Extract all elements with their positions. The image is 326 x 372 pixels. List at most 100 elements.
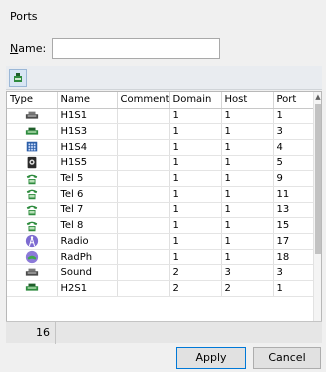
table-row[interactable]: RadPh 1 1 18 [7, 249, 316, 266]
cancel-button[interactable]: Cancel [253, 347, 321, 369]
table-row[interactable]: Tel 8 1 1 15 [7, 217, 316, 234]
cell-domain: 1 [169, 217, 222, 234]
cell-port: 15 [273, 217, 316, 234]
name-label-accel: N [10, 42, 19, 55]
table-row[interactable]: Radio 1 1 17 [7, 233, 316, 250]
col-header-port[interactable]: Port [273, 92, 316, 109]
table-row[interactable]: Tel 7 1 1 13 [7, 202, 316, 219]
name-input[interactable] [52, 38, 220, 59]
cell-domain: 1 [169, 233, 222, 250]
cell-comment [117, 155, 170, 172]
cell-name: Tel 8 [57, 217, 118, 234]
col-header-domain[interactable]: Domain [169, 92, 222, 109]
cell-type [7, 249, 58, 266]
scroll-thumb[interactable] [315, 104, 321, 254]
row-count: 16 [6, 322, 56, 344]
toolbar [6, 66, 322, 90]
table-row[interactable]: Tel 5119 [7, 170, 316, 187]
cell-port: 13 [273, 202, 316, 219]
cell-domain: 1 [169, 170, 222, 187]
cell-host: 1 [221, 155, 274, 172]
ports-table: Type Name Comment Domain Host Port H1S1 1… [7, 92, 316, 297]
cell-comment [117, 186, 170, 203]
keypad-icon [26, 141, 37, 152]
cell-type [7, 217, 58, 234]
cell-host: 1 [221, 249, 274, 266]
cell-port: 1 [273, 280, 316, 297]
cell-host: 1 [221, 108, 274, 125]
telephone-icon [26, 205, 37, 216]
table-row[interactable]: Sound 2 3 3 [7, 264, 316, 282]
cell-port: 3 [273, 264, 316, 282]
name-label-rest: ame: [18, 42, 47, 55]
cell-name: RadPh [57, 249, 118, 266]
cell-domain: 2 [169, 264, 222, 282]
cell-comment [117, 123, 170, 140]
apply-button[interactable]: Apply [176, 347, 246, 369]
cell-name: H1S3 [57, 123, 118, 140]
cell-type [7, 108, 58, 125]
cell-name: H1S4 [57, 139, 118, 156]
cell-type [7, 280, 58, 297]
cell-comment [117, 108, 170, 125]
table-row[interactable]: H1S1 1 1 1 [7, 108, 316, 125]
cell-host: 1 [221, 233, 274, 250]
cell-host: 2 [221, 280, 274, 297]
radio-tower-icon [25, 235, 38, 248]
cell-port: 1 [273, 108, 316, 125]
table-row[interactable]: H1S5 1 1 5 [7, 155, 316, 172]
cell-name: H2S1 [57, 280, 118, 297]
scroll-up-icon[interactable]: ▲ [314, 92, 321, 102]
cell-type [7, 202, 58, 219]
cell-host: 1 [221, 217, 274, 234]
cell-name: H1S5 [57, 155, 118, 172]
col-header-host[interactable]: Host [221, 92, 274, 109]
table-row[interactable]: Tel 6 1 1 11 [7, 186, 316, 203]
cell-type [7, 123, 58, 140]
col-header-comment[interactable]: Comment [117, 92, 170, 109]
cell-name: Tel 7 [57, 202, 118, 219]
ports-grid: Type Name Comment Domain Host Port H1S1 1… [6, 91, 322, 343]
cell-comment [117, 202, 170, 219]
telephone-icon [26, 174, 37, 184]
cell-type [7, 186, 58, 203]
cell-comment [117, 280, 170, 297]
cell-name: Tel 5 [57, 170, 118, 187]
cell-type [7, 170, 58, 187]
cell-comment [117, 217, 170, 234]
cell-comment [117, 249, 170, 266]
cell-type [7, 264, 58, 282]
digital-phone-icon [27, 156, 37, 169]
cell-type [7, 155, 58, 172]
cell-comment [117, 139, 170, 156]
cell-domain: 1 [169, 139, 222, 156]
cell-host: 1 [221, 186, 274, 203]
cell-host: 1 [221, 123, 274, 140]
cell-port: 3 [273, 123, 316, 140]
cell-domain: 2 [169, 280, 222, 297]
cell-host: 3 [221, 264, 274, 282]
cell-domain: 1 [169, 123, 222, 140]
cell-name: H1S1 [57, 108, 118, 125]
table-row[interactable]: H2S1 2 2 1 [7, 280, 316, 297]
col-header-type[interactable]: Type [7, 92, 58, 109]
cell-comment [117, 264, 170, 282]
header-row: Type Name Comment Domain Host Port [7, 92, 316, 109]
analog-phone-green-icon [25, 127, 38, 135]
window-title: Ports [10, 10, 38, 23]
cell-name: Tel 6 [57, 186, 118, 203]
cell-host: 1 [221, 139, 274, 156]
cell-type [7, 139, 58, 156]
vertical-scrollbar[interactable]: ▲ ▼ [313, 92, 321, 342]
table-row[interactable]: H1S4 1 1 4 [7, 139, 316, 156]
add-device-button[interactable] [9, 69, 27, 87]
telephone-icon [26, 221, 37, 231]
cell-domain: 1 [169, 249, 222, 266]
analog-phone-green-icon [25, 284, 38, 292]
analog-phone-icon [25, 268, 38, 276]
cell-domain: 1 [169, 155, 222, 172]
col-header-name[interactable]: Name [57, 92, 118, 109]
name-label: Name: [10, 42, 46, 55]
cell-domain: 1 [169, 108, 222, 125]
table-row[interactable]: H1S3 1 1 3 [7, 123, 316, 140]
